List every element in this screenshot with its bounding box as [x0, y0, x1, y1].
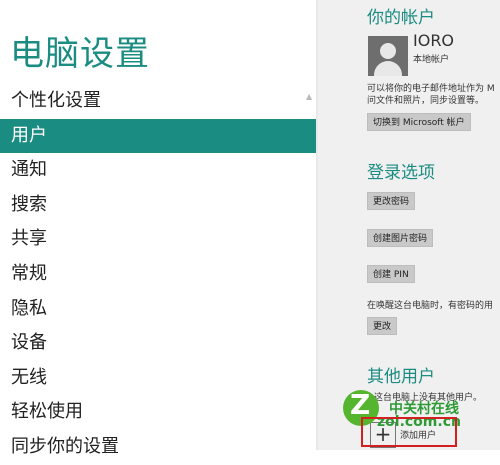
avatar-body [374, 61, 402, 76]
sidebar-item-devices[interactable]: 设备 [0, 326, 316, 361]
avatar [368, 36, 408, 76]
sidebar-item-general[interactable]: 常规 [0, 257, 316, 292]
switch-to-microsoft-account-button[interactable]: 切换到 Microsoft 帐户 [367, 113, 471, 131]
sidebar-item-wireless[interactable]: 无线 [0, 361, 316, 396]
change-password-button[interactable]: 更改密码 [367, 192, 416, 210]
sidebar-item-share[interactable]: 共享 [0, 222, 316, 257]
sidebar-item-ease-of-access[interactable]: 轻松使用 [0, 395, 316, 430]
sidebar-item-users[interactable]: 用户 [0, 118, 316, 154]
content-pane: 你的帐户 IORO 本地帐户 可以将你的电子邮件地址作为 M 问文件和照片，同步… [318, 0, 500, 450]
wake-password-text: 在唤醒这台电脑时，有密码的用 [367, 301, 494, 311]
sidebar-item-privacy[interactable]: 隐私 [0, 292, 316, 327]
user-name: IORO [413, 31, 455, 50]
sidebar-nav: 个性化设置 用户 通知 搜索 共享 常规 隐私 设备 无线 轻松使用 同步你的设… [0, 84, 316, 465]
sidebar-item-personalize[interactable]: 个性化设置 [0, 84, 316, 119]
account-description-line2: 问文件和照片，同步设置等。 [367, 96, 485, 106]
sidebar: 电脑设置 ▲ 个性化设置 用户 通知 搜索 共享 常规 隐私 设备 无线 轻松使… [0, 0, 316, 457]
page-title: 电脑设置 [10, 34, 150, 74]
change-button[interactable]: 更改 [367, 317, 398, 335]
sidebar-item-sync-settings[interactable]: 同步你的设置 [0, 430, 316, 465]
login-options-title: 登录选项 [367, 163, 435, 183]
other-users-title: 其他用户 [367, 367, 435, 387]
create-picture-password-button[interactable]: 创建图片密码 [367, 229, 434, 247]
sidebar-item-notifications[interactable]: 通知 [0, 153, 316, 188]
sidebar-item-search[interactable]: 搜索 [0, 188, 316, 223]
your-account-title: 你的帐户 [367, 8, 435, 28]
user-type: 本地帐户 [413, 55, 450, 65]
create-pin-button[interactable]: 创建 PIN [367, 265, 415, 283]
add-user-highlight [361, 417, 457, 447]
avatar-head [380, 43, 396, 59]
account-description-line1: 可以将你的电子邮件地址作为 M [367, 84, 495, 94]
